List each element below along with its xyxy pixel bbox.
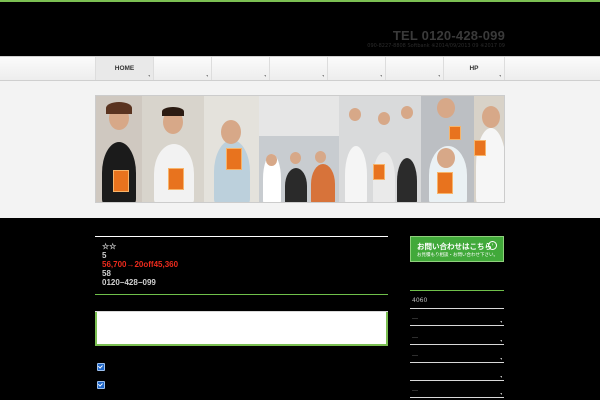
sidebar-item-label: …: [412, 351, 418, 358]
checkbox-checked[interactable]: [97, 381, 105, 389]
staff-photo-4: [259, 96, 339, 202]
nav-corner-icon: [380, 75, 382, 77]
staff-photo-2: [142, 96, 204, 202]
corner-arrow-icon: [500, 340, 502, 342]
promo-line: 58: [102, 269, 111, 278]
nav-item-home[interactable]: HOME: [95, 57, 153, 80]
contact-button-title: お問い合わせはこちら: [417, 242, 492, 251]
nav-item-5[interactable]: [327, 57, 385, 80]
nav-item-6[interactable]: [385, 57, 443, 80]
nav-corner-icon: [322, 75, 324, 77]
nav-item-2[interactable]: [153, 57, 211, 80]
contact-button[interactable]: お問い合わせはこちら › お見積もり相談・お問い合わせ下さい。: [410, 236, 504, 262]
promo-line: 5: [102, 251, 107, 260]
content-top-rule: [95, 236, 388, 237]
staff-photo-6: [421, 96, 474, 202]
corner-arrow-icon: [500, 393, 502, 395]
content-white-box: [95, 312, 388, 346]
sidebar-item-label: …: [412, 386, 418, 393]
nav-item-hp[interactable]: HP: [443, 57, 505, 80]
nav-corner-icon: [499, 75, 501, 77]
arrow-right-icon: ›: [488, 241, 497, 250]
nav-corner-icon: [264, 75, 266, 77]
corner-arrow-icon: [500, 321, 502, 323]
checkbox-checked[interactable]: [97, 363, 105, 371]
promo-price: 56,700→20off45,360: [102, 260, 179, 269]
content-green-rule: [95, 294, 388, 295]
sidebar-item[interactable]: …: [410, 311, 504, 326]
sidebar-item[interactable]: …: [410, 383, 504, 398]
nav-item-3[interactable]: [211, 57, 269, 80]
main-content: [95, 236, 388, 237]
nav-item-label: HOME: [114, 65, 135, 72]
global-nav: HOME HP: [0, 56, 600, 81]
promo-text: ☆☆ 5 56,700→20off45,360 58 0120−428−099: [102, 242, 178, 287]
staff-photo-5: [339, 96, 421, 202]
contact-button-sub: お見積もり相談・お問い合わせ下さい。: [417, 253, 498, 258]
hero-staff-photo: [95, 95, 505, 203]
site-header: TEL 0120-428-099 090-8227-8808 Softbank …: [0, 2, 600, 56]
promo-phone[interactable]: 0120−428−099: [102, 278, 178, 287]
corner-arrow-icon: [500, 376, 502, 378]
nav-corner-icon: [206, 75, 208, 77]
header-phone[interactable]: TEL 0120-428-099: [393, 28, 505, 43]
staff-photo-1: [96, 96, 142, 202]
promo-stars: ☆☆: [102, 242, 117, 251]
nav-item-label: HP: [469, 65, 479, 72]
sidebar-item[interactable]: 4060: [410, 294, 504, 309]
staff-photo-3: [204, 96, 259, 202]
sidebar-item-label: …: [412, 314, 418, 321]
sidebar-item[interactable]: [410, 366, 504, 381]
nav-corner-icon: [438, 75, 440, 77]
sidebar-green-rule: [410, 290, 504, 291]
corner-arrow-icon: [500, 358, 502, 360]
staff-photo-7: [474, 96, 504, 202]
nav-item-4[interactable]: [269, 57, 327, 80]
sidebar-item-label: …: [412, 333, 418, 340]
sidebar-item[interactable]: …: [410, 348, 504, 363]
nav-corner-icon: [148, 75, 150, 77]
sidebar-item[interactable]: …: [410, 330, 504, 345]
sidebar-item-label: 4060: [412, 297, 428, 304]
header-subinfo: 090-8227-8808 Softbank ※2014/09/2013 09 …: [367, 43, 505, 49]
